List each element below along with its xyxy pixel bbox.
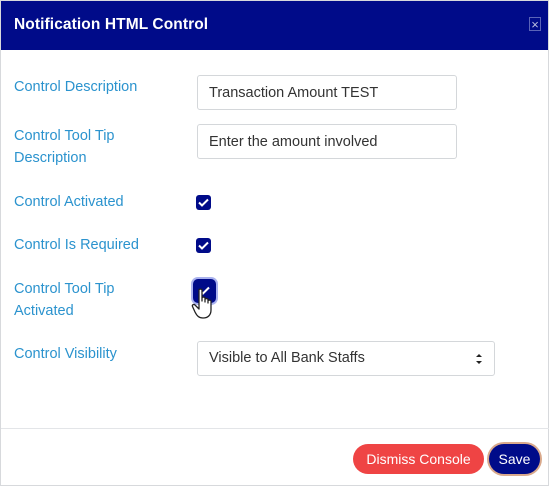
control-tooltip-activated-label: Control Tool Tip Activated (14, 278, 114, 322)
control-required-checkbox[interactable] (196, 238, 211, 253)
modal-header: Notification HTML Control × (1, 1, 548, 50)
close-icon[interactable]: × (529, 17, 541, 32)
control-visibility-label: Control Visibility (14, 346, 117, 362)
control-description-label: Control Description (14, 79, 138, 95)
notification-control-modal: Notification HTML Control × Control Desc… (0, 0, 549, 486)
control-activated-label: Control Activated (14, 194, 124, 210)
footer-divider (1, 428, 549, 429)
modal-title: Notification HTML Control (14, 16, 209, 33)
label-line: Control Tool Tip (14, 281, 115, 297)
checkmark-icon (198, 198, 209, 207)
control-description-input[interactable] (197, 75, 457, 110)
control-visibility-select[interactable]: Visible to All Bank Staffs (197, 341, 495, 376)
dismiss-console-button[interactable]: Dismiss Console (353, 444, 484, 474)
control-tooltip-description-label: Control Tool Tip Description (14, 125, 114, 169)
hand-cursor-icon (191, 288, 212, 319)
control-tooltip-description-input[interactable] (197, 124, 457, 159)
control-required-label: Control Is Required (14, 237, 139, 253)
save-button[interactable]: Save (489, 444, 540, 474)
label-line: Activated (14, 303, 74, 319)
label-line: Control Tool Tip (14, 128, 115, 144)
checkmark-icon (198, 241, 209, 250)
control-activated-checkbox[interactable] (196, 195, 211, 210)
label-line: Description (14, 150, 87, 166)
select-arrows-icon (476, 354, 482, 364)
visibility-selected-value: Visible to All Bank Staffs (209, 350, 365, 366)
